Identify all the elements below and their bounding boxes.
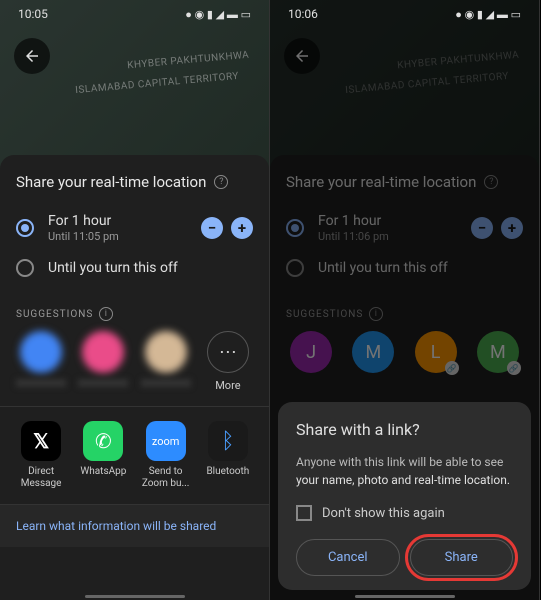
status-time: 10:06 <box>288 7 318 21</box>
share-sheet: Share your real-time location ? For 1 ho… <box>0 155 269 600</box>
status-bar: 10:06 ● ◉ ▮ ◢ ▬ ▭ <box>270 0 539 28</box>
checkbox-label: Don't show this again <box>322 506 445 521</box>
avatar <box>145 331 187 373</box>
arrow-left-icon <box>293 47 311 65</box>
whatsapp-icon: ✆ <box>83 421 123 461</box>
link-badge-icon: 🔗 <box>445 361 459 375</box>
nav-bar[interactable] <box>355 595 455 598</box>
checkbox-unchecked-icon <box>296 505 312 521</box>
app-bluetooth[interactable]: ᛒBluetooth <box>199 421 257 490</box>
dialog-body: Anyone with this link will be able to se… <box>296 453 513 489</box>
info-icon[interactable]: ? <box>214 175 228 189</box>
avatar <box>20 331 62 373</box>
avatar: L🔗 <box>415 331 457 373</box>
nav-bar[interactable] <box>85 595 185 598</box>
decrease-button[interactable]: − <box>201 217 223 239</box>
option-text: For 1 hour Until 11:05 pm <box>48 213 187 243</box>
option-for-1-hour[interactable]: For 1 hour Until 11:05 pm − + <box>0 205 269 251</box>
app-whatsapp[interactable]: ✆WhatsApp <box>74 421 132 490</box>
duration-steppers: − + <box>201 217 253 239</box>
zoom-icon: zoom <box>146 421 186 461</box>
suggestions-row: ⋯More <box>0 331 269 406</box>
bluetooth-icon: ᛒ <box>208 421 248 461</box>
increase-button[interactable]: + <box>231 217 253 239</box>
avatar <box>82 331 124 373</box>
dont-show-again[interactable]: Don't show this again <box>296 505 513 521</box>
map-label: KHYBER PAKHTUNKHWA <box>396 50 519 72</box>
sheet-header: Share your real-time location ? <box>0 173 269 205</box>
info-icon[interactable]: i <box>99 307 113 321</box>
option-main: Until you turn this off <box>48 260 253 276</box>
apps-row: 𝕏Direct Message ✆WhatsApp zoomSend to Zo… <box>0 406 269 504</box>
radio-unchecked-icon <box>16 259 34 277</box>
cancel-button[interactable]: Cancel <box>296 539 400 576</box>
option-text: Until you turn this off <box>48 260 253 276</box>
suggestion-contact[interactable] <box>16 331 66 387</box>
option-until-off[interactable]: Until you turn this off <box>0 251 269 285</box>
more-icon: ⋯ <box>207 331 249 373</box>
status-bar: 10:05 ● ◉ ▮ ◢ ▬ ▭ <box>0 0 269 28</box>
sheet-title: Share your real-time location <box>16 173 206 191</box>
radio-checked-icon <box>16 219 34 237</box>
more-button[interactable]: ⋯More <box>203 331 253 392</box>
app-zoom[interactable]: zoomSend to Zoom bu... <box>137 421 195 490</box>
avatar: J <box>290 331 332 373</box>
link-badge-icon: 🔗 <box>507 361 521 375</box>
suggestion-contact[interactable] <box>78 331 128 387</box>
avatar: M🔗 <box>477 331 519 373</box>
screen-right: 10:06 ● ◉ ▮ ◢ ▬ ▭ KHYBER PAKHTUNKHWA ISL… <box>270 0 540 600</box>
x-icon: 𝕏 <box>21 421 61 461</box>
status-icons: ● ◉ ▮ ◢ ▬ ▭ <box>185 8 251 21</box>
screen-left: 10:05 ● ◉ ▮ ◢ ▬ ▭ KHYBER PAKHTUNKHWA ISL… <box>0 0 270 600</box>
arrow-left-icon <box>23 47 41 65</box>
back-button[interactable] <box>14 38 50 74</box>
learn-more-link[interactable]: Learn what information will be shared <box>0 504 269 547</box>
avatar: M <box>352 331 394 373</box>
share-button[interactable]: Share <box>410 539 514 576</box>
share-link-dialog: Share with a link? Anyone with this link… <box>278 402 531 590</box>
status-icons: ● ◉ ▮ ◢ ▬ ▭ <box>455 8 521 21</box>
dialog-title: Share with a link? <box>296 420 513 439</box>
map-label: KHYBER PAKHTUNKHWA <box>126 50 249 72</box>
suggestions-label: SUGGESTIONS i <box>0 285 269 331</box>
map-label: ISLAMABAD CAPITAL TERRITORY <box>75 71 240 96</box>
dialog-buttons: Cancel Share <box>296 539 513 576</box>
suggestion-contact[interactable] <box>141 331 191 387</box>
back-button <box>284 38 320 74</box>
option-main: For 1 hour <box>48 213 187 229</box>
status-time: 10:05 <box>18 7 48 21</box>
app-direct-message[interactable]: 𝕏Direct Message <box>12 421 70 490</box>
map-label: ISLAMABAD CAPITAL TERRITORY <box>345 71 510 96</box>
option-sub: Until 11:05 pm <box>48 230 187 243</box>
